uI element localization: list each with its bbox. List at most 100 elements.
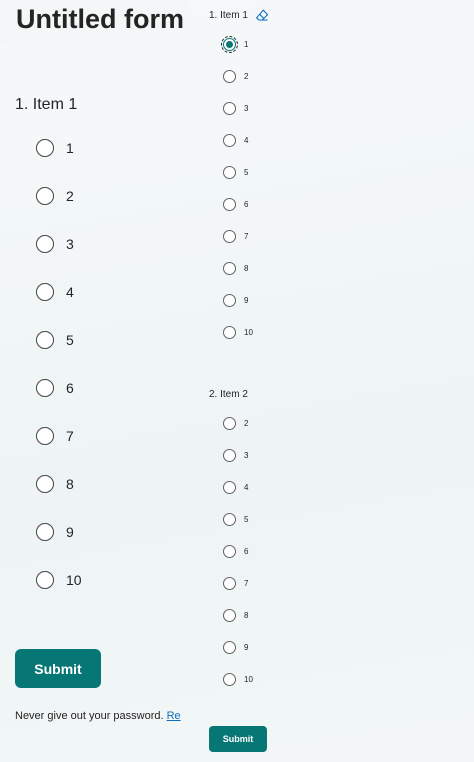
option-7[interactable]: 7	[223, 576, 248, 590]
option-4[interactable]: 4	[223, 133, 248, 147]
option-label: 6	[66, 380, 74, 396]
option-label: 3	[244, 103, 249, 113]
radio-button[interactable]	[223, 197, 236, 211]
option-5[interactable]: 5	[223, 165, 248, 179]
radio-button[interactable]	[223, 69, 236, 83]
form-panel-small: 1. Item 1 1 2 3 4 5 6 7 8 9 10 2. Item 2 2 3 4 5 6 7 8 9…	[200, 0, 474, 762]
option-5[interactable]: 5	[36, 329, 74, 351]
form-title: Untitled form	[16, 4, 184, 34]
option-8[interactable]: 8	[36, 473, 74, 495]
option-label: 2	[66, 188, 74, 204]
radio-button[interactable]	[223, 512, 236, 526]
option-10[interactable]: 10	[223, 325, 253, 339]
radio-button[interactable]	[223, 325, 236, 339]
option-label: 8	[66, 476, 74, 492]
radio-button[interactable]	[223, 672, 236, 686]
option-6[interactable]: 6	[223, 197, 248, 211]
option-label: 8	[244, 610, 249, 620]
option-3[interactable]: 3	[223, 448, 248, 462]
form-panel-large: Untitled form 1. Item 1 1 2 3 4 5 6 7 8 9 10 Subm…	[0, 0, 200, 762]
option-label: 1	[244, 39, 249, 49]
option-4[interactable]: 4	[36, 281, 74, 303]
option-label: 7	[66, 428, 74, 444]
option-6[interactable]: 6	[223, 544, 248, 558]
option-5[interactable]: 5	[223, 512, 248, 526]
option-label: 6	[244, 199, 249, 209]
option-8[interactable]: 8	[223, 608, 248, 622]
radio-button[interactable]	[223, 261, 236, 275]
option-label: 7	[244, 231, 249, 241]
option-label: 5	[244, 167, 249, 177]
option-label: 5	[66, 332, 74, 348]
option-10[interactable]: 10	[223, 672, 253, 686]
option-label: 9	[66, 524, 74, 540]
option-2[interactable]: 2	[223, 416, 248, 430]
question-title-text: 1. Item 1	[209, 10, 248, 21]
option-1[interactable]: 1	[36, 137, 74, 159]
question-title-item-2-small: 2. Item 2	[209, 389, 248, 400]
option-1[interactable]: 1	[221, 35, 249, 53]
option-label: 10	[244, 327, 253, 337]
radio-button[interactable]	[36, 571, 54, 589]
radio-button[interactable]	[223, 293, 236, 307]
option-8[interactable]: 8	[223, 261, 248, 275]
submit-button[interactable]: Submit	[15, 649, 101, 688]
eraser-icon[interactable]	[255, 9, 269, 22]
report-link[interactable]: Re	[167, 710, 181, 722]
option-label: 4	[244, 482, 249, 492]
option-9[interactable]: 9	[223, 293, 248, 307]
radio-button[interactable]	[223, 640, 236, 654]
radio-button[interactable]	[223, 544, 236, 558]
option-label: 4	[66, 284, 74, 300]
option-label: 9	[244, 295, 249, 305]
radio-button[interactable]	[36, 283, 54, 301]
option-label: 2	[244, 418, 249, 428]
option-label: 3	[244, 450, 249, 460]
option-label: 9	[244, 642, 249, 652]
submit-button-small[interactable]: Submit	[209, 726, 267, 752]
radio-button[interactable]	[36, 235, 54, 253]
option-7[interactable]: 7	[36, 425, 74, 447]
option-3[interactable]: 3	[36, 233, 74, 255]
radio-button[interactable]	[221, 35, 238, 53]
option-10[interactable]: 10	[36, 569, 82, 591]
option-6[interactable]: 6	[36, 377, 74, 399]
option-9[interactable]: 9	[223, 640, 248, 654]
radio-button[interactable]	[36, 187, 54, 205]
option-label: 3	[66, 236, 74, 252]
option-label: 4	[244, 135, 249, 145]
option-label: 10	[66, 572, 82, 588]
radio-button[interactable]	[223, 480, 236, 494]
radio-button[interactable]	[36, 331, 54, 349]
option-2[interactable]: 2	[36, 185, 74, 207]
radio-button[interactable]	[223, 608, 236, 622]
radio-button[interactable]	[223, 448, 236, 462]
title-box: Untitled form	[0, 0, 190, 44]
radio-button[interactable]	[36, 379, 54, 397]
option-7[interactable]: 7	[223, 229, 248, 243]
radio-button[interactable]	[36, 427, 54, 445]
option-label: 8	[244, 263, 249, 273]
option-label: 1	[66, 140, 74, 156]
radio-button[interactable]	[223, 576, 236, 590]
radio-button[interactable]	[223, 133, 236, 147]
radio-button[interactable]	[36, 523, 54, 541]
option-2[interactable]: 2	[223, 69, 248, 83]
option-3[interactable]: 3	[223, 101, 248, 115]
option-label: 10	[244, 674, 253, 684]
option-9[interactable]: 9	[36, 521, 74, 543]
option-label: 7	[244, 578, 249, 588]
radio-button[interactable]	[36, 139, 54, 157]
radio-button[interactable]	[223, 229, 236, 243]
radio-button[interactable]	[223, 416, 236, 430]
password-warning: Never give out your password. Re	[15, 710, 193, 722]
option-label: 6	[244, 546, 249, 556]
password-warning-text: Never give out your password.	[15, 710, 164, 722]
radio-selected-dot	[226, 40, 233, 48]
radio-button[interactable]	[36, 475, 54, 493]
radio-button[interactable]	[223, 165, 236, 179]
option-label: 5	[244, 514, 249, 524]
question-title-item-1: 1. Item 1	[15, 96, 78, 113]
option-4[interactable]: 4	[223, 480, 248, 494]
radio-button[interactable]	[223, 101, 236, 115]
